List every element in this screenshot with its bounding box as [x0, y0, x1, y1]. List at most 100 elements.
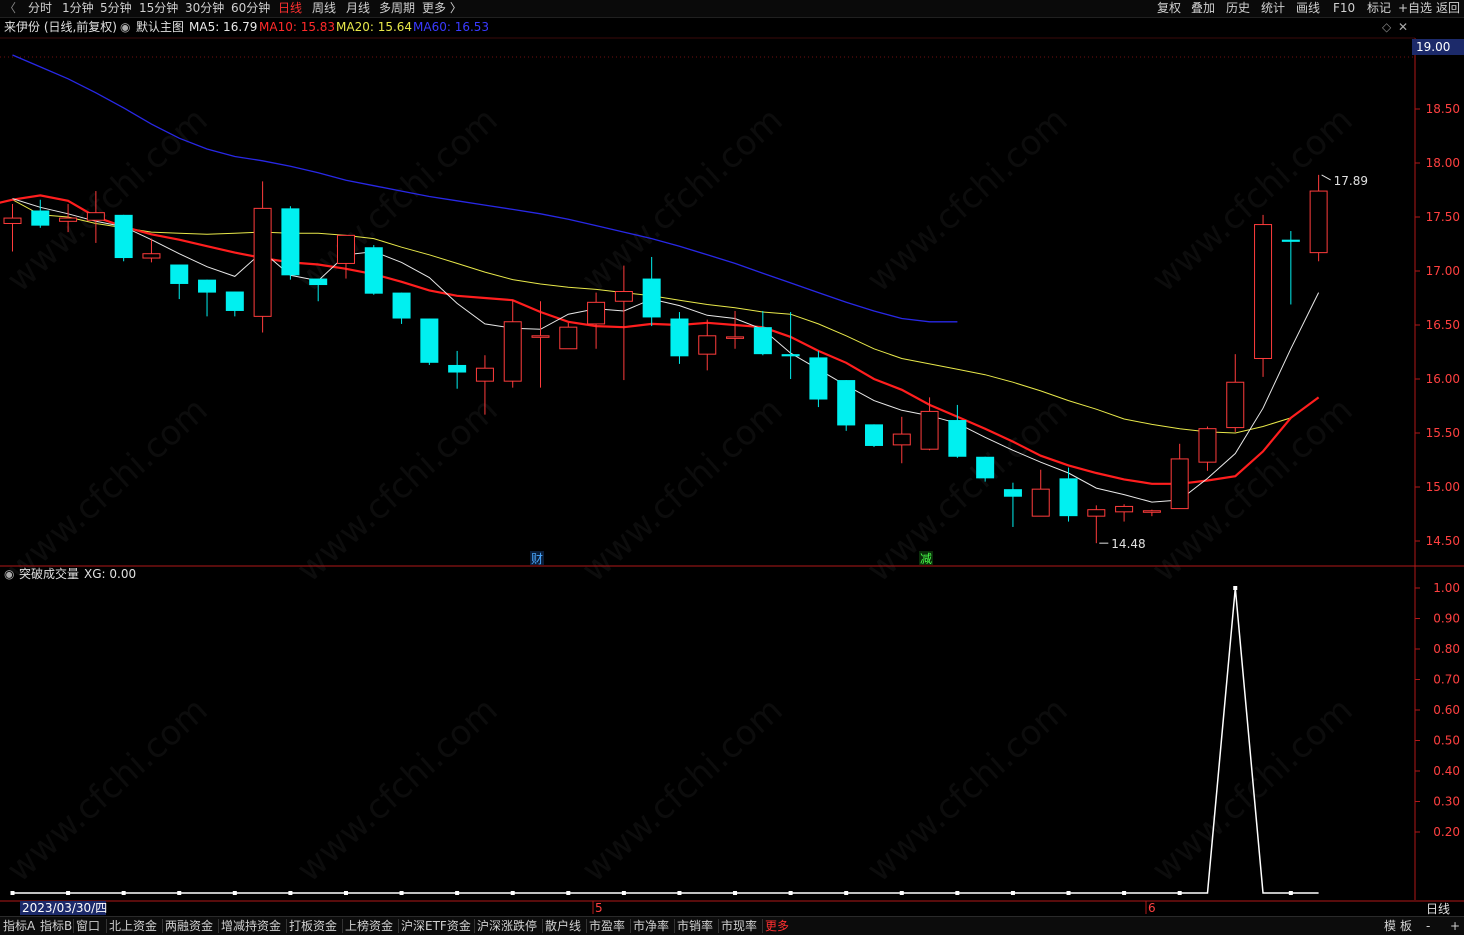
bottom-tab-3[interactable]: 北上资金	[109, 919, 157, 933]
event-marker-cai: 财	[531, 552, 543, 566]
bottom-tab-9[interactable]: 沪深涨跌停	[477, 919, 537, 933]
tab-separator	[106, 919, 107, 933]
bottom-tab-8[interactable]: 沪深ETF资金	[401, 919, 471, 933]
bottom-tab-12[interactable]: 市净率	[633, 919, 669, 933]
candle-body-up	[1115, 505, 1134, 513]
tab-separator	[342, 919, 343, 933]
indicator-line	[12, 587, 1319, 894]
price-tick-label: 15.50	[1426, 426, 1460, 440]
candle-body-down	[670, 318, 689, 357]
bottom-right-btn-1[interactable]: 板	[1400, 919, 1412, 933]
candle-body-down	[281, 208, 300, 276]
bottom-tab-13[interactable]: 市销率	[677, 919, 713, 933]
month-label: 6	[1148, 901, 1156, 915]
indicator-tick-label: 0.60	[1433, 703, 1460, 717]
indicator-point	[899, 891, 904, 895]
candle-body-down	[837, 380, 856, 426]
indicator-point	[1066, 891, 1071, 895]
indicator-tick-label: 0.30	[1433, 795, 1460, 809]
candle-body-down	[1003, 489, 1022, 497]
candle-body-up	[86, 212, 105, 221]
candle-body-up	[892, 433, 911, 446]
candle-body-up	[587, 301, 606, 325]
kline-chart[interactable]: 18.50 18.00 17.50 17.00 16.50 16.00 15.50 15.00…	[0, 0, 1464, 934]
price-tick-label: 18.50	[1426, 102, 1460, 116]
indicator-point	[566, 891, 571, 895]
indicator-point	[1233, 586, 1238, 590]
candle-body-down	[809, 357, 828, 400]
current-price-label: 19.00	[1416, 40, 1450, 54]
price-tick-label: 18.00	[1426, 156, 1460, 170]
candle-body-up	[1031, 488, 1050, 517]
indicator-tick-label: 0.40	[1433, 764, 1460, 778]
price-tick-label: 14.50	[1426, 534, 1460, 548]
candle-body-up	[336, 234, 355, 264]
indicator-point	[788, 891, 793, 895]
tab-separator	[218, 919, 219, 933]
candle-body-up	[614, 291, 633, 302]
candle-body-up	[920, 410, 939, 450]
bottom-tab-2[interactable]: 窗口	[76, 919, 100, 933]
candle-body-up	[1087, 509, 1106, 517]
bottom-tab-6[interactable]: 打板资金	[289, 919, 337, 933]
candle-body-up	[1198, 428, 1217, 463]
candle-body-down	[198, 279, 217, 293]
candle-body-down	[976, 456, 995, 479]
indicator-point	[677, 891, 682, 895]
indicator-point	[955, 891, 960, 895]
indicator-tick-label: 1.00	[1433, 581, 1460, 595]
candle-body-up	[475, 367, 494, 382]
price-tick-label: 15.00	[1426, 480, 1460, 494]
tab-separator	[398, 919, 399, 933]
candle-body-up	[142, 253, 161, 259]
indicator-point	[844, 891, 849, 895]
bottom-tab-11[interactable]: 市盈率	[589, 919, 625, 933]
candle-body-up	[1142, 510, 1161, 513]
bottom-tab-14[interactable]: 市现率	[721, 919, 757, 933]
bottom-tab-15[interactable]: 更多	[765, 919, 789, 933]
candle-body-down	[781, 354, 800, 357]
indicator-point	[621, 891, 626, 895]
indicator-point	[1122, 891, 1127, 895]
price-tick-label: 16.00	[1426, 372, 1460, 386]
price-tick-label: 16.50	[1426, 318, 1460, 332]
indicator-point	[121, 891, 126, 895]
candle-body-down	[420, 318, 439, 363]
indicator-point	[1288, 891, 1293, 895]
indicator-point	[399, 891, 404, 895]
candle-body-down	[1059, 478, 1078, 517]
bottom-tab-4[interactable]: 两融资金	[165, 919, 213, 933]
high-price-label: 17.89	[1334, 174, 1368, 188]
bottom-tab-7[interactable]: 上榜资金	[345, 919, 393, 933]
bottom-tab-10[interactable]: 散户线	[545, 919, 581, 933]
bottom-right-btn-2[interactable]: -	[1426, 919, 1430, 933]
indicator-point	[10, 891, 15, 895]
tab-separator	[162, 919, 163, 933]
candle-body-up	[503, 321, 522, 382]
candle-body-up	[1254, 224, 1273, 359]
candle-body-down	[642, 278, 661, 318]
tab-separator	[718, 919, 719, 933]
tab-separator	[762, 919, 763, 933]
event-marker-jian: 减	[920, 552, 932, 566]
indicator-point	[66, 891, 71, 895]
indicator-point	[1177, 891, 1182, 895]
tab-separator	[286, 919, 287, 933]
indicator-tick-label: 0.90	[1433, 612, 1460, 626]
bottom-right-btn-0[interactable]: 模	[1384, 919, 1396, 933]
price-tick-label: 17.50	[1426, 210, 1460, 224]
bottom-right-btn-3[interactable]: +	[1450, 919, 1460, 933]
period-corner-label: 日线	[1426, 902, 1450, 916]
indicator-tick-label: 0.70	[1433, 673, 1460, 687]
candle-body-up	[3, 217, 22, 224]
bottom-tabbar: 指标A 指标B 窗口 北上资金 两融资金 增减持资金 打板资金 上榜资金 沪深ETF资金 沪深涨跌…	[0, 916, 1464, 935]
bottom-tab-0[interactable]: 指标A	[3, 919, 35, 933]
bottom-tab-1[interactable]: 指标B	[40, 919, 72, 933]
bottom-tab-5[interactable]: 增减持资金	[221, 919, 281, 933]
indicator-point	[1010, 891, 1015, 895]
indicator-point	[232, 891, 237, 895]
indicator-point	[177, 891, 182, 895]
candle-body-up	[698, 335, 717, 355]
candle-body-up	[1226, 381, 1245, 429]
candle-body-down	[114, 214, 133, 259]
